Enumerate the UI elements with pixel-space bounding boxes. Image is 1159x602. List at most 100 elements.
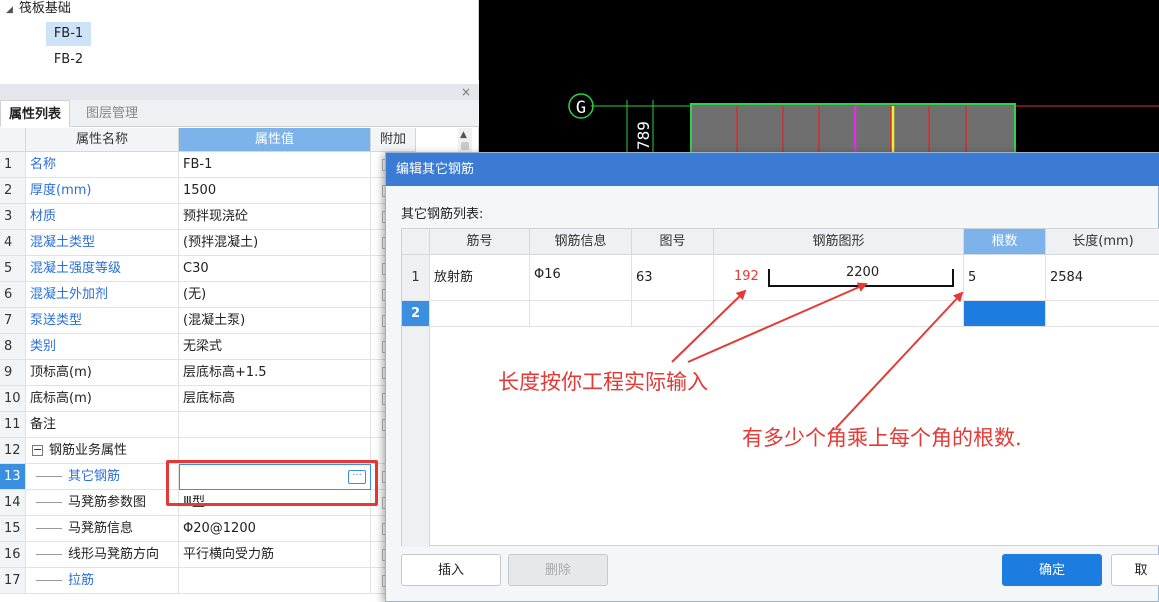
property-value[interactable]: 平行横向受力筋	[179, 542, 371, 568]
row-number[interactable]: 8	[0, 334, 26, 360]
row-number[interactable]: 17	[0, 568, 26, 594]
tree-item-fb-1[interactable]: FB-1	[46, 22, 91, 46]
dimension-text: 789	[634, 121, 653, 150]
shape-no-cell[interactable]: 63	[632, 255, 714, 301]
bar-shape-cell[interactable]	[714, 301, 964, 327]
property-value[interactable]: 预拌现浇砼	[179, 204, 371, 230]
other-rebar-value-editor[interactable]: ···	[179, 464, 371, 490]
property-name: 拉筋	[26, 568, 179, 594]
column-header-length[interactable]: 长度(mm)	[1046, 229, 1159, 255]
row-number[interactable]: 2	[402, 301, 430, 327]
property-name-label: 顶标高(m)	[30, 365, 92, 380]
scroll-up-icon[interactable]: ▲	[460, 130, 467, 140]
row-number[interactable]: 4	[0, 230, 26, 256]
shape-left-length: 192	[734, 269, 759, 284]
shape-main-line	[768, 285, 954, 287]
property-value-text: 层底标高+1.5	[183, 365, 267, 380]
length-cell[interactable]: 2584	[1046, 255, 1159, 301]
property-value[interactable]: 层底标高	[179, 386, 371, 412]
column-header-bar-info[interactable]: 钢筋信息	[530, 229, 632, 255]
row-number[interactable]: 3	[0, 204, 26, 230]
property-value[interactable]	[179, 412, 371, 438]
row-number[interactable]: 15	[0, 516, 26, 542]
column-header-extra[interactable]: 附加	[371, 128, 416, 152]
row-number[interactable]: 14	[0, 490, 26, 516]
row-number[interactable]: 7	[0, 308, 26, 334]
property-value[interactable]: FB-1	[179, 152, 371, 178]
bar-info-cell[interactable]: Φ16	[530, 255, 632, 301]
dialog-title[interactable]: 编辑其它钢筋	[386, 153, 1159, 186]
column-header-count[interactable]: 根数	[964, 229, 1046, 255]
row-number[interactable]: 13	[0, 464, 26, 490]
row-number[interactable]: 5	[0, 256, 26, 282]
count-cell[interactable]: 5	[964, 255, 1046, 301]
count-cell-selected[interactable]	[964, 301, 1046, 327]
tree-item-fb-2[interactable]: FB-2	[46, 48, 91, 72]
insert-button[interactable]: 插入	[401, 554, 501, 586]
tree-connector	[36, 502, 62, 503]
property-name: − 钢筋业务属性	[26, 438, 179, 464]
row-number[interactable]: 6	[0, 282, 26, 308]
tree-connector	[36, 580, 62, 581]
property-name-label: 拉筋	[68, 573, 95, 588]
collapse-arrow-icon[interactable]: ◢	[6, 1, 13, 19]
property-value[interactable]: (预拌混凝土)	[179, 230, 371, 256]
property-name-label: 混凝土类型	[30, 235, 96, 250]
property-name: 泵送类型	[26, 308, 179, 334]
bar-name-cell[interactable]	[430, 301, 530, 327]
property-name-label: 混凝土外加剂	[30, 287, 109, 302]
tree-connector	[36, 528, 62, 529]
row-number[interactable]: 10	[0, 386, 26, 412]
tab-layer-manager[interactable]: 图层管理	[78, 100, 146, 127]
column-header-shape-no[interactable]: 图号	[632, 229, 714, 255]
cancel-button[interactable]: 取	[1111, 554, 1159, 586]
tree-root-label: 筏板基础	[18, 1, 71, 16]
row-number[interactable]: 1	[402, 255, 430, 301]
collapse-minus-icon[interactable]: −	[32, 444, 43, 456]
row-number[interactable]: 12	[0, 438, 26, 464]
column-header-bar-shape[interactable]: 钢筋图形	[714, 229, 964, 255]
property-value[interactable]: (无)	[179, 282, 371, 308]
shape-no-cell[interactable]	[632, 301, 714, 327]
property-value[interactable]: 无梁式	[179, 334, 371, 360]
axis-label-g: G	[576, 98, 586, 118]
property-name-label: 钢筋业务属性	[49, 443, 128, 458]
scroll-thumb[interactable]	[461, 142, 469, 150]
row-number[interactable]: 1	[0, 152, 26, 178]
row-number[interactable]: 2	[0, 178, 26, 204]
property-name: 材质	[26, 204, 179, 230]
property-value[interactable]	[179, 438, 371, 464]
ok-button[interactable]: 确定	[1002, 554, 1102, 586]
bar-name-cell[interactable]: 放射筋	[430, 255, 530, 301]
property-value[interactable]	[179, 568, 371, 594]
property-value[interactable]: C30	[179, 256, 371, 282]
tab-property-list[interactable]: 属性列表	[0, 100, 71, 127]
delete-button[interactable]: 删除	[508, 554, 608, 586]
property-value-text: C30	[183, 261, 209, 276]
property-value[interactable]: Φ20@1200	[179, 516, 371, 542]
length-cell[interactable]	[1046, 301, 1159, 327]
row-number[interactable]: 9	[0, 360, 26, 386]
count-annotation: 有多少个角乘上每个角的根数.	[742, 426, 1022, 450]
column-header-bar-name[interactable]: 筋号	[430, 229, 530, 255]
row-number[interactable]: 16	[0, 542, 26, 568]
panel-tabs: 属性列表 图层管理	[0, 100, 479, 127]
property-name: 混凝土外加剂	[26, 282, 179, 308]
tree-root-node[interactable]: ◢ 筏板基础	[6, 0, 71, 18]
column-header-name[interactable]: 属性名称	[26, 128, 179, 152]
property-name: 备注	[26, 412, 179, 438]
close-icon[interactable]: ×	[461, 84, 471, 100]
row-number[interactable]: 11	[0, 412, 26, 438]
tree-connector	[36, 554, 62, 555]
property-value[interactable]: (混凝土泵)	[179, 308, 371, 334]
bar-shape-cell[interactable]: 192 2200	[714, 255, 964, 301]
bar-info-cell[interactable]	[530, 301, 632, 327]
property-grid-header: 属性名称 属性值 附加	[0, 128, 465, 152]
property-name-label: 线形马凳筋方向	[68, 547, 160, 562]
property-name-label: 类别	[30, 339, 57, 354]
ellipsis-button[interactable]: ···	[348, 470, 366, 484]
property-value[interactable]: 1500	[179, 178, 371, 204]
property-value[interactable]: Ⅲ型	[179, 490, 371, 516]
property-value[interactable]: 层底标高+1.5	[179, 360, 371, 386]
column-header-value[interactable]: 属性值	[179, 128, 371, 152]
